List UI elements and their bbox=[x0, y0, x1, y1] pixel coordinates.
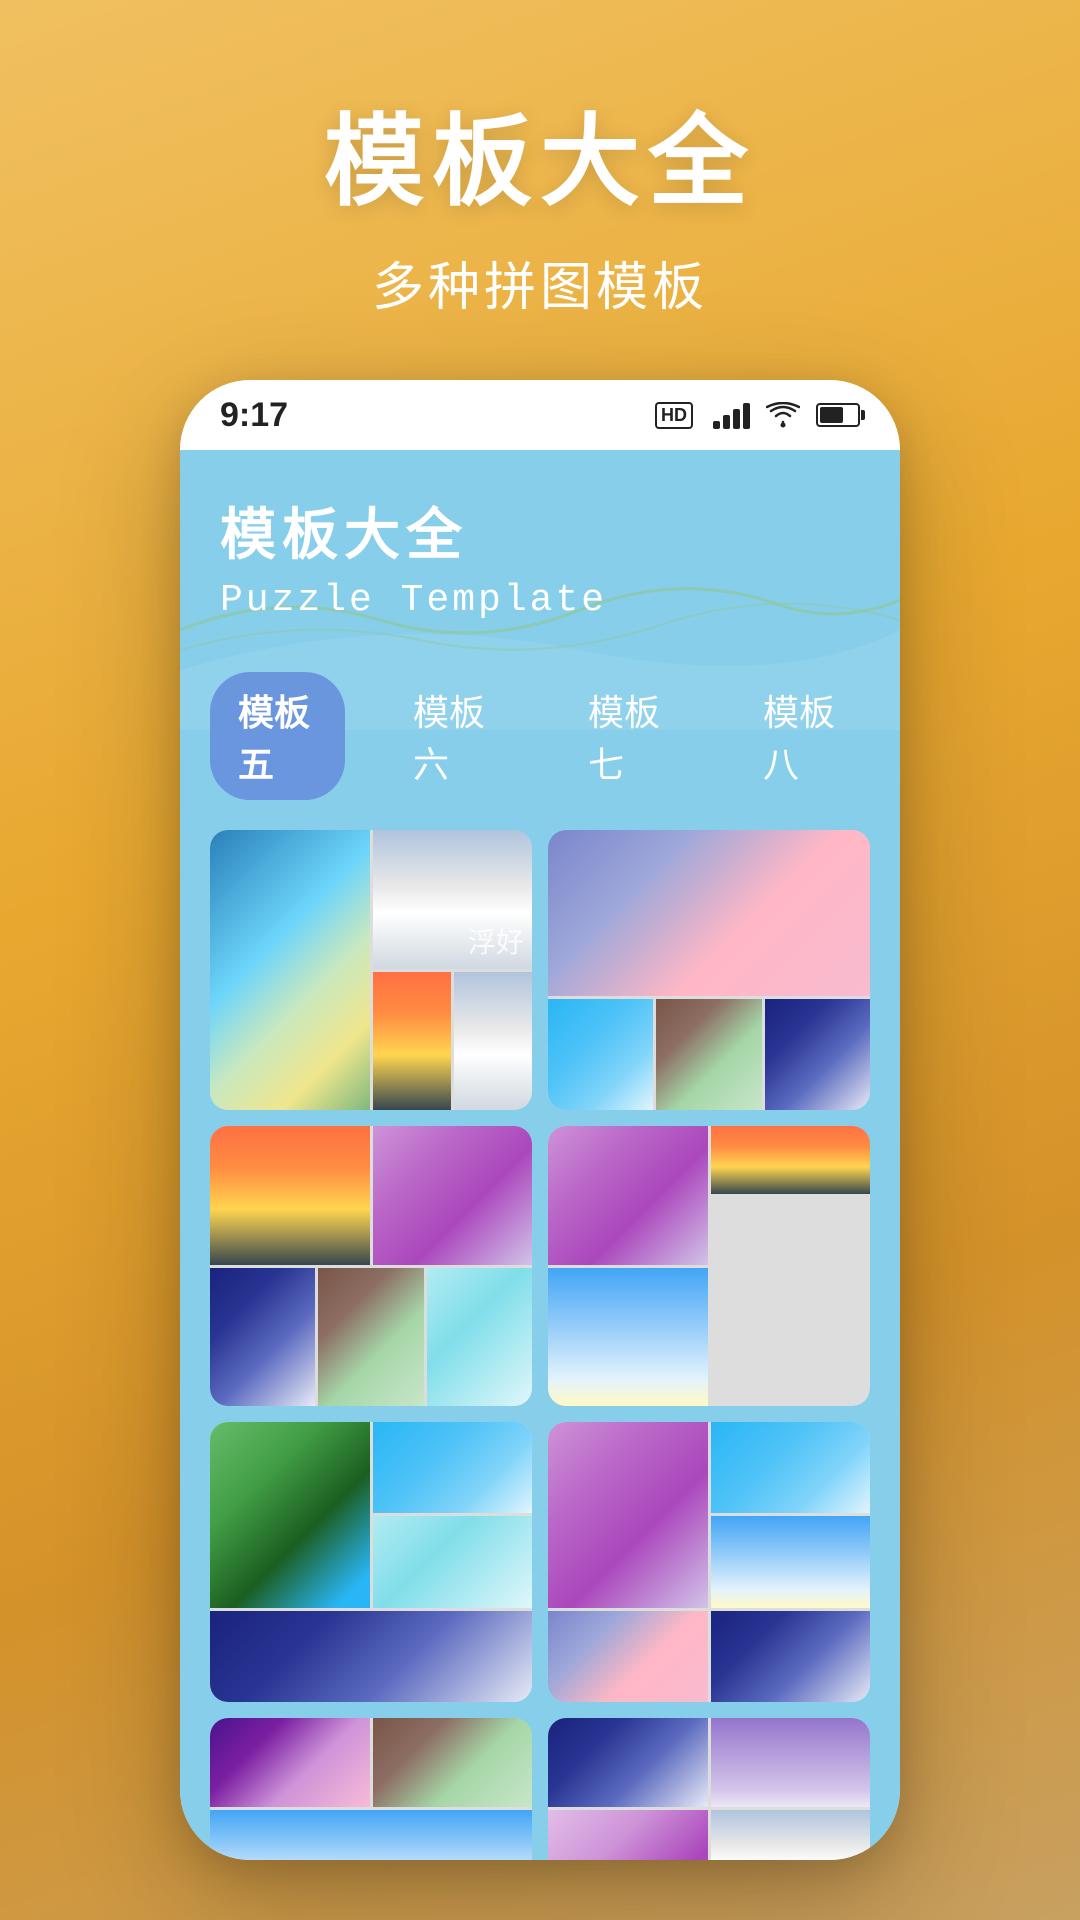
collage-img bbox=[427, 1268, 532, 1407]
collage-card-6[interactable] bbox=[548, 1422, 870, 1702]
tab-bar: 模板五 模板六 模板七 模板八 bbox=[180, 672, 900, 800]
collage-img bbox=[210, 1718, 370, 1807]
collage-img bbox=[373, 1422, 533, 1513]
collage-img bbox=[210, 1268, 315, 1407]
collage-img: 浮好 bbox=[373, 830, 533, 969]
collage-img bbox=[210, 1126, 370, 1265]
status-icons: HD bbox=[655, 401, 860, 429]
app-content: 模板大全 Puzzle Template 模板五 模板六 模板七 模板八 浮好 bbox=[180, 450, 900, 1860]
collage-card-5[interactable] bbox=[210, 1422, 532, 1702]
tab-template-6[interactable]: 模板六 bbox=[385, 672, 520, 800]
collage-img bbox=[373, 1516, 533, 1607]
collage-card-2[interactable] bbox=[548, 830, 870, 1110]
status-time: 9:17 bbox=[220, 396, 288, 435]
app-title-en: Puzzle Template bbox=[220, 579, 860, 622]
hero-section: 模板大全 多种拼图模板 bbox=[0, 0, 1080, 380]
collage-img bbox=[548, 1126, 708, 1265]
collage-img bbox=[711, 1126, 871, 1194]
collage-img bbox=[373, 972, 533, 1111]
collage-img bbox=[711, 1422, 871, 1513]
collage-img bbox=[548, 1268, 708, 1407]
app-header: 模板大全 Puzzle Template bbox=[180, 450, 900, 642]
battery-icon bbox=[816, 403, 860, 427]
collage-img bbox=[373, 1718, 533, 1807]
collage-img bbox=[548, 999, 653, 1110]
collage-card-7[interactable] bbox=[210, 1718, 532, 1860]
collage-card-4[interactable] bbox=[548, 1126, 870, 1406]
wifi-icon bbox=[766, 402, 800, 428]
tab-template-7[interactable]: 模板七 bbox=[560, 672, 695, 800]
image-grid: 浮好 bbox=[180, 810, 900, 1860]
collage-img bbox=[711, 1516, 871, 1607]
hero-title: 模板大全 bbox=[324, 80, 756, 225]
collage-img bbox=[711, 1810, 871, 1861]
collage-img bbox=[548, 1611, 708, 1702]
collage-img bbox=[210, 1810, 532, 1861]
status-bar: 9:17 HD bbox=[180, 380, 900, 450]
collage-img bbox=[210, 1611, 532, 1702]
phone-mockup: 9:17 HD bbox=[180, 380, 900, 1860]
tab-template-8[interactable]: 模板八 bbox=[735, 672, 870, 800]
hd-badge: HD bbox=[655, 402, 693, 429]
collage-img bbox=[210, 830, 370, 1110]
collage-img bbox=[548, 1422, 708, 1608]
collage-img bbox=[711, 1611, 871, 1702]
collage-card-8[interactable] bbox=[548, 1718, 870, 1860]
collage-card-1[interactable]: 浮好 bbox=[210, 830, 532, 1110]
collage-img bbox=[548, 1810, 708, 1861]
collage-img bbox=[318, 1268, 423, 1407]
collage-img bbox=[765, 999, 870, 1110]
collage-img bbox=[210, 1422, 370, 1608]
app-title-cn: 模板大全 bbox=[220, 490, 860, 571]
signal-icon bbox=[713, 401, 750, 429]
collage-img bbox=[656, 999, 761, 1110]
collage-img bbox=[373, 1126, 533, 1265]
collage-img bbox=[548, 1718, 708, 1807]
hero-subtitle: 多种拼图模板 bbox=[372, 245, 708, 320]
tab-template-5[interactable]: 模板五 bbox=[210, 672, 345, 800]
collage-card-3[interactable] bbox=[210, 1126, 532, 1406]
collage-img bbox=[548, 830, 870, 996]
collage-img bbox=[711, 1718, 871, 1807]
